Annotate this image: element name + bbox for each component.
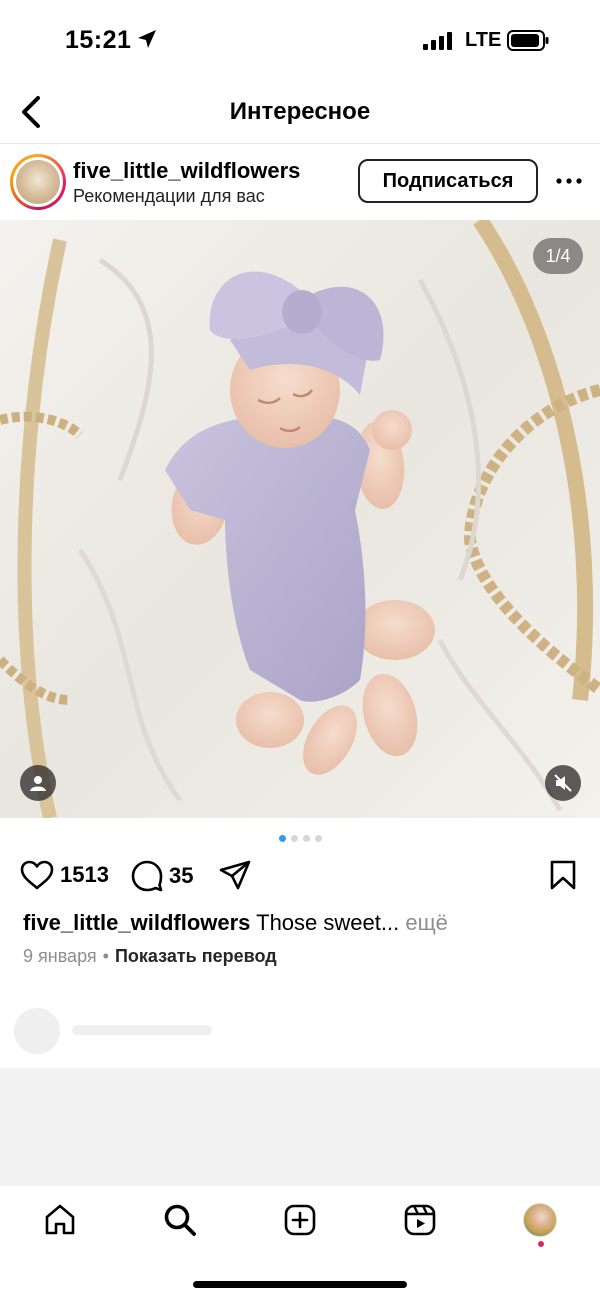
post-meta: 9 января • Показать перевод (23, 946, 277, 967)
post-actions: 1513 35 (0, 852, 600, 902)
top-bar: Интересное (0, 82, 600, 144)
tab-reels[interactable] (398, 1198, 442, 1242)
caption-more-link[interactable]: ещё (405, 910, 448, 935)
caption-text: Those sweet... (256, 910, 400, 935)
tab-create[interactable] (278, 1198, 322, 1242)
paper-plane-icon (219, 860, 251, 890)
comment-count: 35 (169, 863, 194, 888)
speaker-muted-icon (554, 774, 572, 792)
heart-icon (20, 860, 54, 890)
carousel-dot (314, 835, 322, 842)
carousel-dot (290, 835, 298, 842)
more-options-button[interactable] (552, 166, 586, 196)
network-type: LTE (465, 29, 502, 51)
profile-avatar (523, 1203, 557, 1237)
home-indicator (193, 1281, 407, 1288)
page-title: Интересное (229, 98, 371, 125)
search-icon (164, 1204, 196, 1236)
status-time: 15:21 (65, 26, 132, 54)
battery-icon (507, 30, 549, 51)
reels-icon (404, 1204, 436, 1236)
carousel-dot (302, 835, 310, 842)
baby-photo (0, 220, 600, 818)
post-image[interactable]: 1/4 (0, 220, 600, 818)
location-arrow-icon (138, 30, 156, 48)
follow-button[interactable]: Подписаться (358, 159, 538, 203)
notification-dot (538, 1241, 544, 1247)
like-button[interactable]: 1513 (20, 860, 109, 890)
carousel-indicator (0, 835, 600, 842)
loading-post-placeholder (0, 1068, 600, 1186)
tab-profile[interactable] (518, 1198, 562, 1242)
post-date: 9 января (23, 946, 97, 966)
show-translation-link[interactable]: Показать перевод (115, 946, 277, 966)
avatar-image (16, 160, 60, 204)
signal-icon (423, 32, 452, 50)
comment-button[interactable]: 35 (131, 860, 193, 892)
loading-text-placeholder (72, 1025, 212, 1035)
author-username[interactable]: five_little_wildflowers (73, 158, 300, 184)
media-counter: 1/4 (533, 238, 583, 274)
home-icon (45, 1204, 75, 1235)
post-header: five_little_wildflowers Рекомендации для… (0, 144, 600, 220)
ellipsis-icon (556, 178, 582, 184)
comment-icon (131, 860, 163, 892)
like-count: 1513 (60, 862, 109, 887)
carousel-dot-active (278, 835, 286, 842)
plus-square-icon (284, 1204, 316, 1236)
post-caption: five_little_wildflowers Those sweet... е… (23, 910, 448, 936)
caption-username[interactable]: five_little_wildflowers (23, 910, 250, 935)
meta-separator: • (102, 946, 109, 966)
mute-button[interactable] (545, 765, 581, 801)
share-button[interactable] (219, 860, 251, 890)
bookmark-icon (550, 860, 576, 890)
loading-avatar-placeholder (14, 1008, 60, 1054)
tab-search[interactable] (158, 1198, 202, 1242)
author-avatar[interactable] (10, 154, 66, 210)
suggested-label: Рекомендации для вас (73, 186, 265, 206)
status-bar: 15:21 LTE (0, 0, 600, 82)
person-icon (30, 776, 46, 791)
tagged-people-button[interactable] (20, 765, 56, 801)
save-button[interactable] (548, 860, 578, 890)
tab-home[interactable] (38, 1198, 82, 1242)
